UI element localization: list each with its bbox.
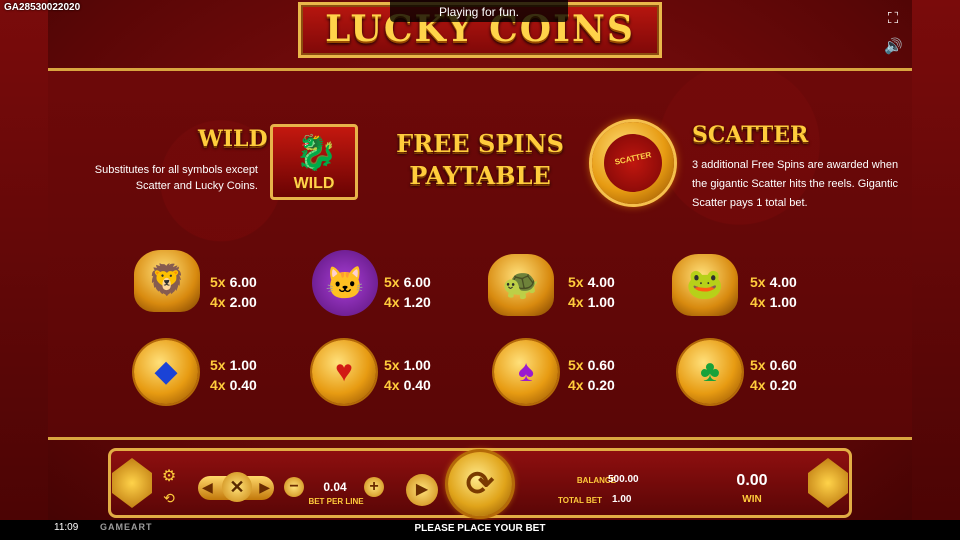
speaker-icon[interactable]: 🔊 bbox=[884, 38, 903, 56]
bet-increase-button[interactable]: + bbox=[364, 477, 384, 497]
total-bet-value: 1.00 bbox=[612, 494, 632, 505]
win-value: 0.00 bbox=[736, 472, 768, 489]
total-bet-label: TOTAL BET bbox=[558, 496, 602, 505]
diamond-coin-icon: ◆ bbox=[134, 340, 202, 408]
win-label: WIN bbox=[742, 494, 762, 505]
balance-label: BALANCE bbox=[576, 476, 616, 485]
gold-toad-icon: 🐸 bbox=[672, 254, 740, 322]
bet-decrease-button[interactable]: − bbox=[284, 477, 304, 497]
heart-coin-icon: ♥ bbox=[312, 340, 380, 408]
game-stage: LUCKY COINS Playing for fun. GA285300220… bbox=[0, 0, 960, 540]
spade-coin-icon: ♠ bbox=[494, 340, 562, 408]
paytable-entry: 5x 0.60 4x 0.20 bbox=[750, 357, 797, 393]
paytable-entry: 5x 1.00 4x 0.40 bbox=[384, 357, 431, 393]
wild-description: Substitutes for all symbols except Scatt… bbox=[94, 164, 258, 192]
wild-symbol: 🐉 WILD bbox=[270, 124, 358, 200]
dragon-icon: 🐉 bbox=[295, 134, 338, 172]
club-coin-icon: ♣ bbox=[678, 340, 746, 408]
right-border bbox=[912, 0, 960, 540]
scatter-symbol: SCATTER bbox=[592, 122, 674, 204]
left-border bbox=[0, 0, 48, 540]
bet-per-line-label: BET PER LINE bbox=[308, 497, 364, 506]
status-message: PLEASE PLACE YOUR BET bbox=[414, 523, 546, 534]
paytable-entry: 5x 0.60 4x 0.20 bbox=[568, 357, 615, 393]
balance-value: 500.00 bbox=[608, 474, 639, 485]
paytable-navigation: ◀ ✕ ▶ bbox=[198, 472, 274, 502]
wild-symbol-label: WILD bbox=[293, 175, 335, 192]
brand-logo: GAMEART bbox=[100, 522, 153, 532]
paytable-entry: 5x 6.00 4x 2.00 bbox=[210, 274, 257, 310]
history-icon[interactable]: ⟲ bbox=[160, 490, 178, 507]
fun-mode-banner: Playing for fun. bbox=[390, 0, 568, 22]
game-id: GA28530022020 bbox=[4, 2, 81, 13]
free-spins-paytable-title: FREE SPINS PAYTABLE bbox=[396, 129, 564, 190]
previous-page-icon[interactable]: ◀ bbox=[202, 479, 213, 496]
next-page-icon[interactable]: ▶ bbox=[259, 479, 270, 496]
settings-gear-icon[interactable]: ⚙ bbox=[160, 466, 178, 486]
paytable-entry: 5x 4.00 4x 1.00 bbox=[750, 274, 797, 310]
wild-title: WILD bbox=[198, 126, 268, 152]
fullscreen-icon[interactable]: ⛶ bbox=[884, 10, 902, 28]
paytable-entry: 5x 1.00 4x 0.40 bbox=[210, 357, 257, 393]
autoplay-button[interactable]: ▶ bbox=[406, 474, 438, 506]
paytable-entry: 5x 4.00 4x 1.00 bbox=[568, 274, 615, 310]
corner-controls: ⛶ 🔊 bbox=[884, 10, 904, 66]
bet-per-line-value: 0.04 bbox=[323, 480, 347, 494]
close-paytable-button[interactable]: ✕ bbox=[222, 472, 252, 502]
lucky-cat-icon: 🐱 bbox=[312, 250, 380, 318]
gold-lion-icon: 🦁 bbox=[134, 250, 202, 318]
scatter-title: SCATTER bbox=[692, 122, 809, 148]
gold-turtle-icon: 🐢 bbox=[488, 254, 556, 322]
spin-button[interactable]: ⟳ bbox=[448, 452, 512, 516]
paytable-entry: 5x 6.00 4x 1.20 bbox=[384, 274, 431, 310]
scatter-description: 3 additional Free Spins are awarded when… bbox=[692, 159, 899, 209]
clock: 11:09 bbox=[54, 522, 79, 533]
